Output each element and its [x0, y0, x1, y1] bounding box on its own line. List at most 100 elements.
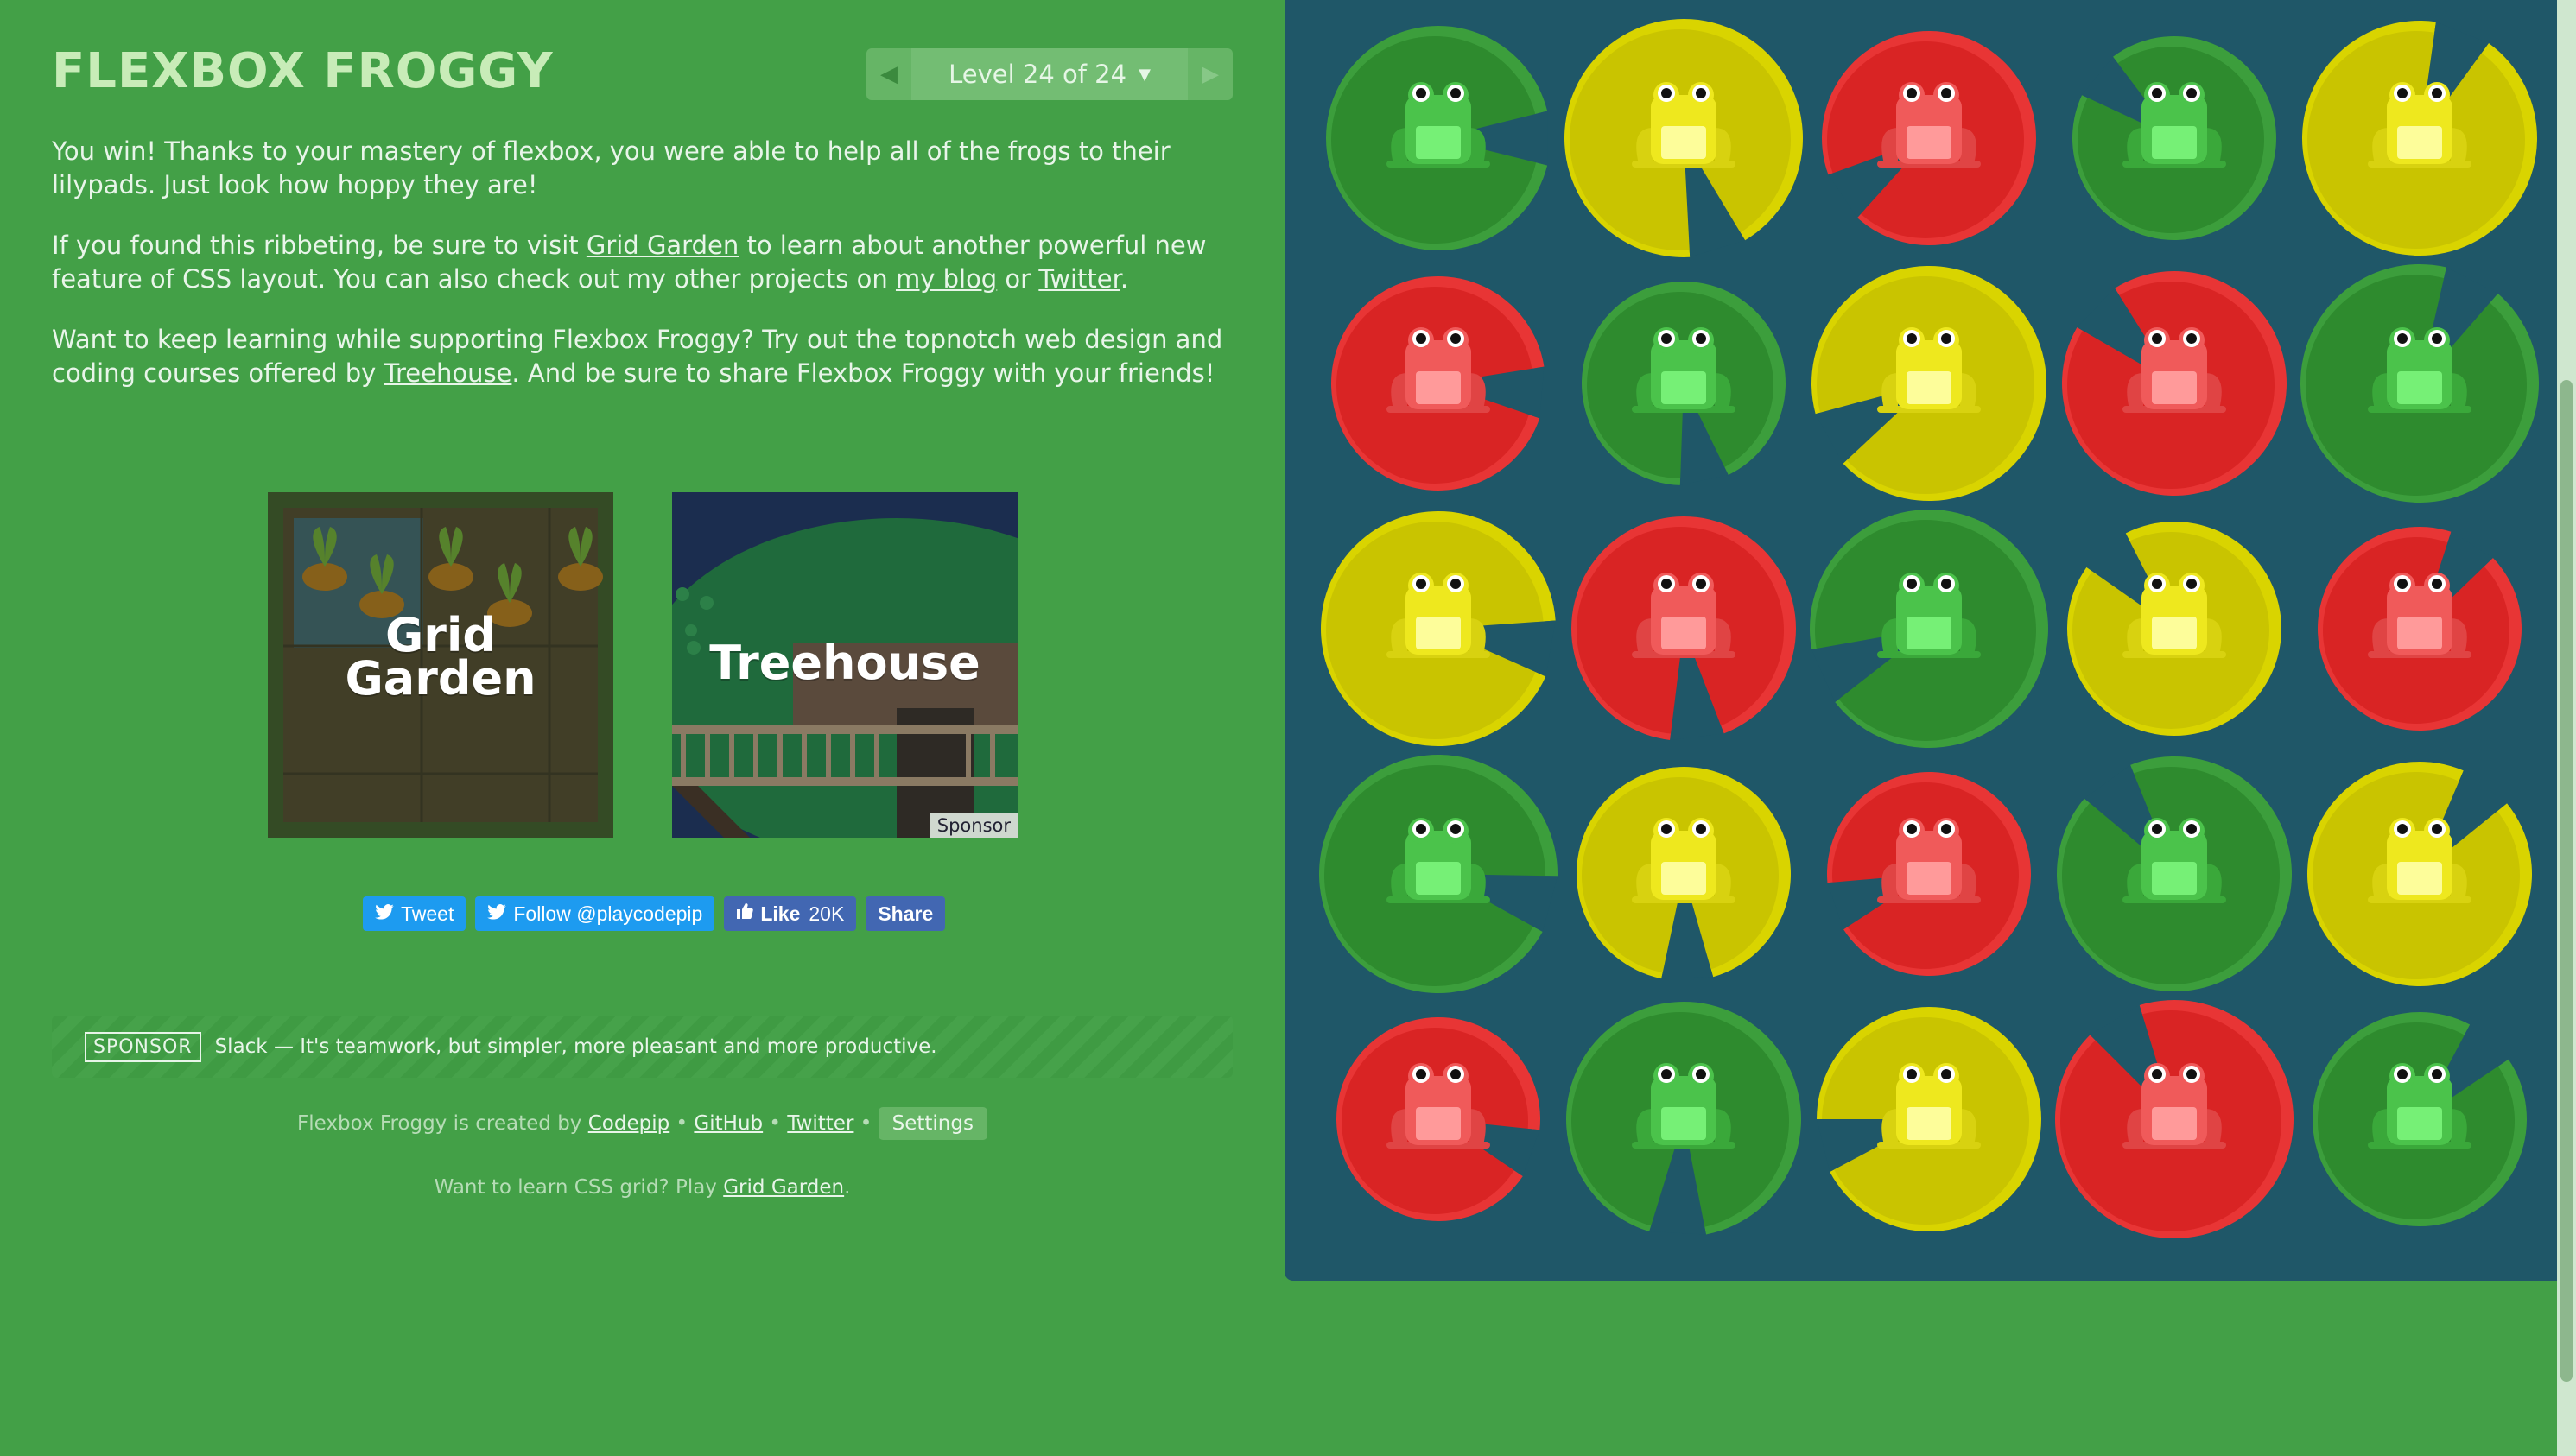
- vertical-scrollbar[interactable]: [2557, 0, 2576, 1456]
- win-paragraph: You win! Thanks to your mastery of flexb…: [52, 136, 1171, 199]
- yellow-frog-on-lilypad-icon: [2067, 522, 2281, 736]
- thumbs-up-icon: [736, 902, 754, 925]
- text-span: or: [997, 264, 1039, 294]
- tweet-label: Tweet: [401, 902, 454, 925]
- credits-prefix: Flexbox Froggy is created by: [297, 1112, 588, 1135]
- treehouse-title: Treehouse: [709, 636, 980, 690]
- level-indicator-dropdown[interactable]: Level 24 of 24 ▼: [911, 48, 1188, 100]
- follow-label: Follow @playcodepip: [513, 902, 703, 925]
- treehouse-paragraph: Want to keep learning while supporting F…: [52, 323, 1233, 390]
- twitter-bird-icon: [487, 902, 507, 925]
- yellow-frog-on-lilypad-icon: [1817, 1007, 2041, 1231]
- level-navigation: ◀ Level 24 of 24 ▼ ▶: [866, 48, 1233, 100]
- green-frog-on-lilypad-icon: [1810, 510, 2048, 748]
- twitter-link[interactable]: Twitter: [1038, 264, 1120, 294]
- lilypad-cell: [2297, 261, 2542, 506]
- lilypad-cell: [1806, 751, 2052, 997]
- separator: •: [853, 1112, 879, 1135]
- github-link[interactable]: GitHub: [694, 1112, 763, 1135]
- lilypad-cell: [1806, 997, 2052, 1242]
- text-span: If you found this ribbeting, be sure to …: [52, 231, 587, 260]
- lilypad-cell: [1316, 997, 1561, 1242]
- red-frog-on-lilypad-icon: [2055, 1000, 2294, 1238]
- twitter-footer-link[interactable]: Twitter: [787, 1112, 853, 1135]
- like-count: 20K: [809, 902, 845, 925]
- green-frog-on-lilypad-icon: [1582, 282, 1786, 485]
- like-label: Like: [760, 902, 801, 925]
- lilypad-cell: [1316, 506, 1561, 751]
- separator: •: [763, 1112, 788, 1135]
- grid-note-suffix: .: [844, 1176, 851, 1199]
- lilypad-cell: [2052, 751, 2297, 997]
- grid-garden-promo[interactable]: Grid Garden: [268, 492, 613, 838]
- red-frog-on-lilypad-icon: [1571, 516, 1796, 741]
- lilypad-cell: [2297, 506, 2542, 751]
- lilypad-cell: [1316, 261, 1561, 506]
- follow-button[interactable]: Follow @playcodepip: [475, 896, 715, 931]
- lilypad-cell: [1561, 506, 1806, 751]
- sponsor-ad-link[interactable]: Slack — It's teamwork, but simpler, more…: [215, 1035, 937, 1058]
- lilypad-cell: [1316, 751, 1561, 997]
- lilypad-cell: [1806, 506, 2052, 751]
- like-button[interactable]: Like 20K: [724, 896, 857, 931]
- twitter-bird-icon: [375, 902, 394, 925]
- lilypad-cell: [1806, 16, 2052, 261]
- green-frog-on-lilypad-icon: [2057, 756, 2292, 991]
- separator: •: [669, 1112, 695, 1135]
- text-span: . And be sure to share Flexbox Froggy wi…: [511, 358, 1215, 388]
- lilypad-cell: [2052, 261, 2297, 506]
- pond: [1285, 0, 2576, 1281]
- grid-garden-note: Want to learn CSS grid? Play Grid Garden…: [52, 1176, 1233, 1199]
- treehouse-link[interactable]: Treehouse: [384, 358, 512, 388]
- lilypad-cell: [2297, 16, 2542, 261]
- red-frog-on-lilypad-icon: [2062, 271, 2287, 496]
- social-buttons: Tweet Follow @playcodepip Like 20K Share: [363, 896, 946, 931]
- scrollbar-thumb[interactable]: [2560, 380, 2573, 1382]
- pond-grid: [1316, 16, 2542, 1242]
- yellow-frog-on-lilypad-icon: [1321, 511, 1556, 747]
- credits: Flexbox Froggy is created by Codepip • G…: [52, 1107, 1233, 1140]
- red-frog-on-lilypad-icon: [1331, 275, 1545, 491]
- page-title: FLEXBOX FROGGY: [52, 43, 554, 99]
- sponsor-bar: SPONSOR Slack — It's teamwork, but simpl…: [52, 1016, 1233, 1078]
- yellow-frog-on-lilypad-icon: [2302, 20, 2537, 256]
- lilypad-cell: [1806, 261, 2052, 506]
- grid-garden-link[interactable]: Grid Garden: [587, 231, 739, 260]
- lilypad-cell: [1561, 997, 1806, 1242]
- lilypad-cell: [1561, 751, 1806, 997]
- tweet-button[interactable]: Tweet: [363, 896, 466, 931]
- text-span: .: [1120, 264, 1129, 294]
- red-frog-on-lilypad-icon: [1336, 1017, 1540, 1221]
- red-frog-on-lilypad-icon: [2318, 527, 2522, 731]
- page: FLEXBOX FROGGY ◀ Level 24 of 24 ▼ ▶ You …: [0, 0, 2576, 1456]
- level-indicator-label: Level 24 of 24: [949, 60, 1127, 89]
- green-frog-on-lilypad-icon: [2313, 1012, 2527, 1226]
- yellow-frog-on-lilypad-icon: [1577, 767, 1791, 979]
- settings-button[interactable]: Settings: [878, 1107, 987, 1140]
- lilypad-cell: [2052, 506, 2297, 751]
- dropdown-caret-icon: ▼: [1139, 65, 1151, 84]
- next-level-arrow-icon[interactable]: ▶: [1188, 48, 1233, 100]
- share-button[interactable]: Share: [866, 896, 946, 931]
- lilypad-cell: [2052, 16, 2297, 261]
- treehouse-promo[interactable]: Treehouse Sponsor: [672, 492, 1018, 838]
- grid-note-prefix: Want to learn CSS grid? Play: [434, 1176, 724, 1199]
- previous-level-arrow-icon[interactable]: ◀: [866, 48, 911, 100]
- my-blog-link[interactable]: my blog: [896, 264, 997, 294]
- lilypad-cell: [1561, 261, 1806, 506]
- green-frog-on-lilypad-icon: [2072, 36, 2276, 241]
- grid-garden-title-line2: Garden: [345, 651, 536, 706]
- codepip-link[interactable]: Codepip: [588, 1112, 669, 1135]
- lilypad-cell: [2297, 997, 2542, 1242]
- yellow-frog-on-lilypad-icon: [1564, 18, 1803, 257]
- sponsor-tag: Sponsor: [930, 813, 1018, 838]
- grid-garden-footer-link[interactable]: Grid Garden: [723, 1176, 844, 1199]
- links-paragraph: If you found this ribbeting, be sure to …: [52, 229, 1233, 296]
- sponsor-badge: SPONSOR: [85, 1031, 201, 1062]
- yellow-frog-on-lilypad-icon: [2307, 762, 2532, 986]
- win-message: You win! Thanks to your mastery of flexb…: [52, 135, 1233, 417]
- green-frog-on-lilypad-icon: [1326, 25, 1548, 250]
- yellow-frog-on-lilypad-icon: [1811, 265, 2046, 501]
- red-frog-on-lilypad-icon: [1827, 772, 2031, 976]
- lilypad-cell: [1561, 16, 1806, 261]
